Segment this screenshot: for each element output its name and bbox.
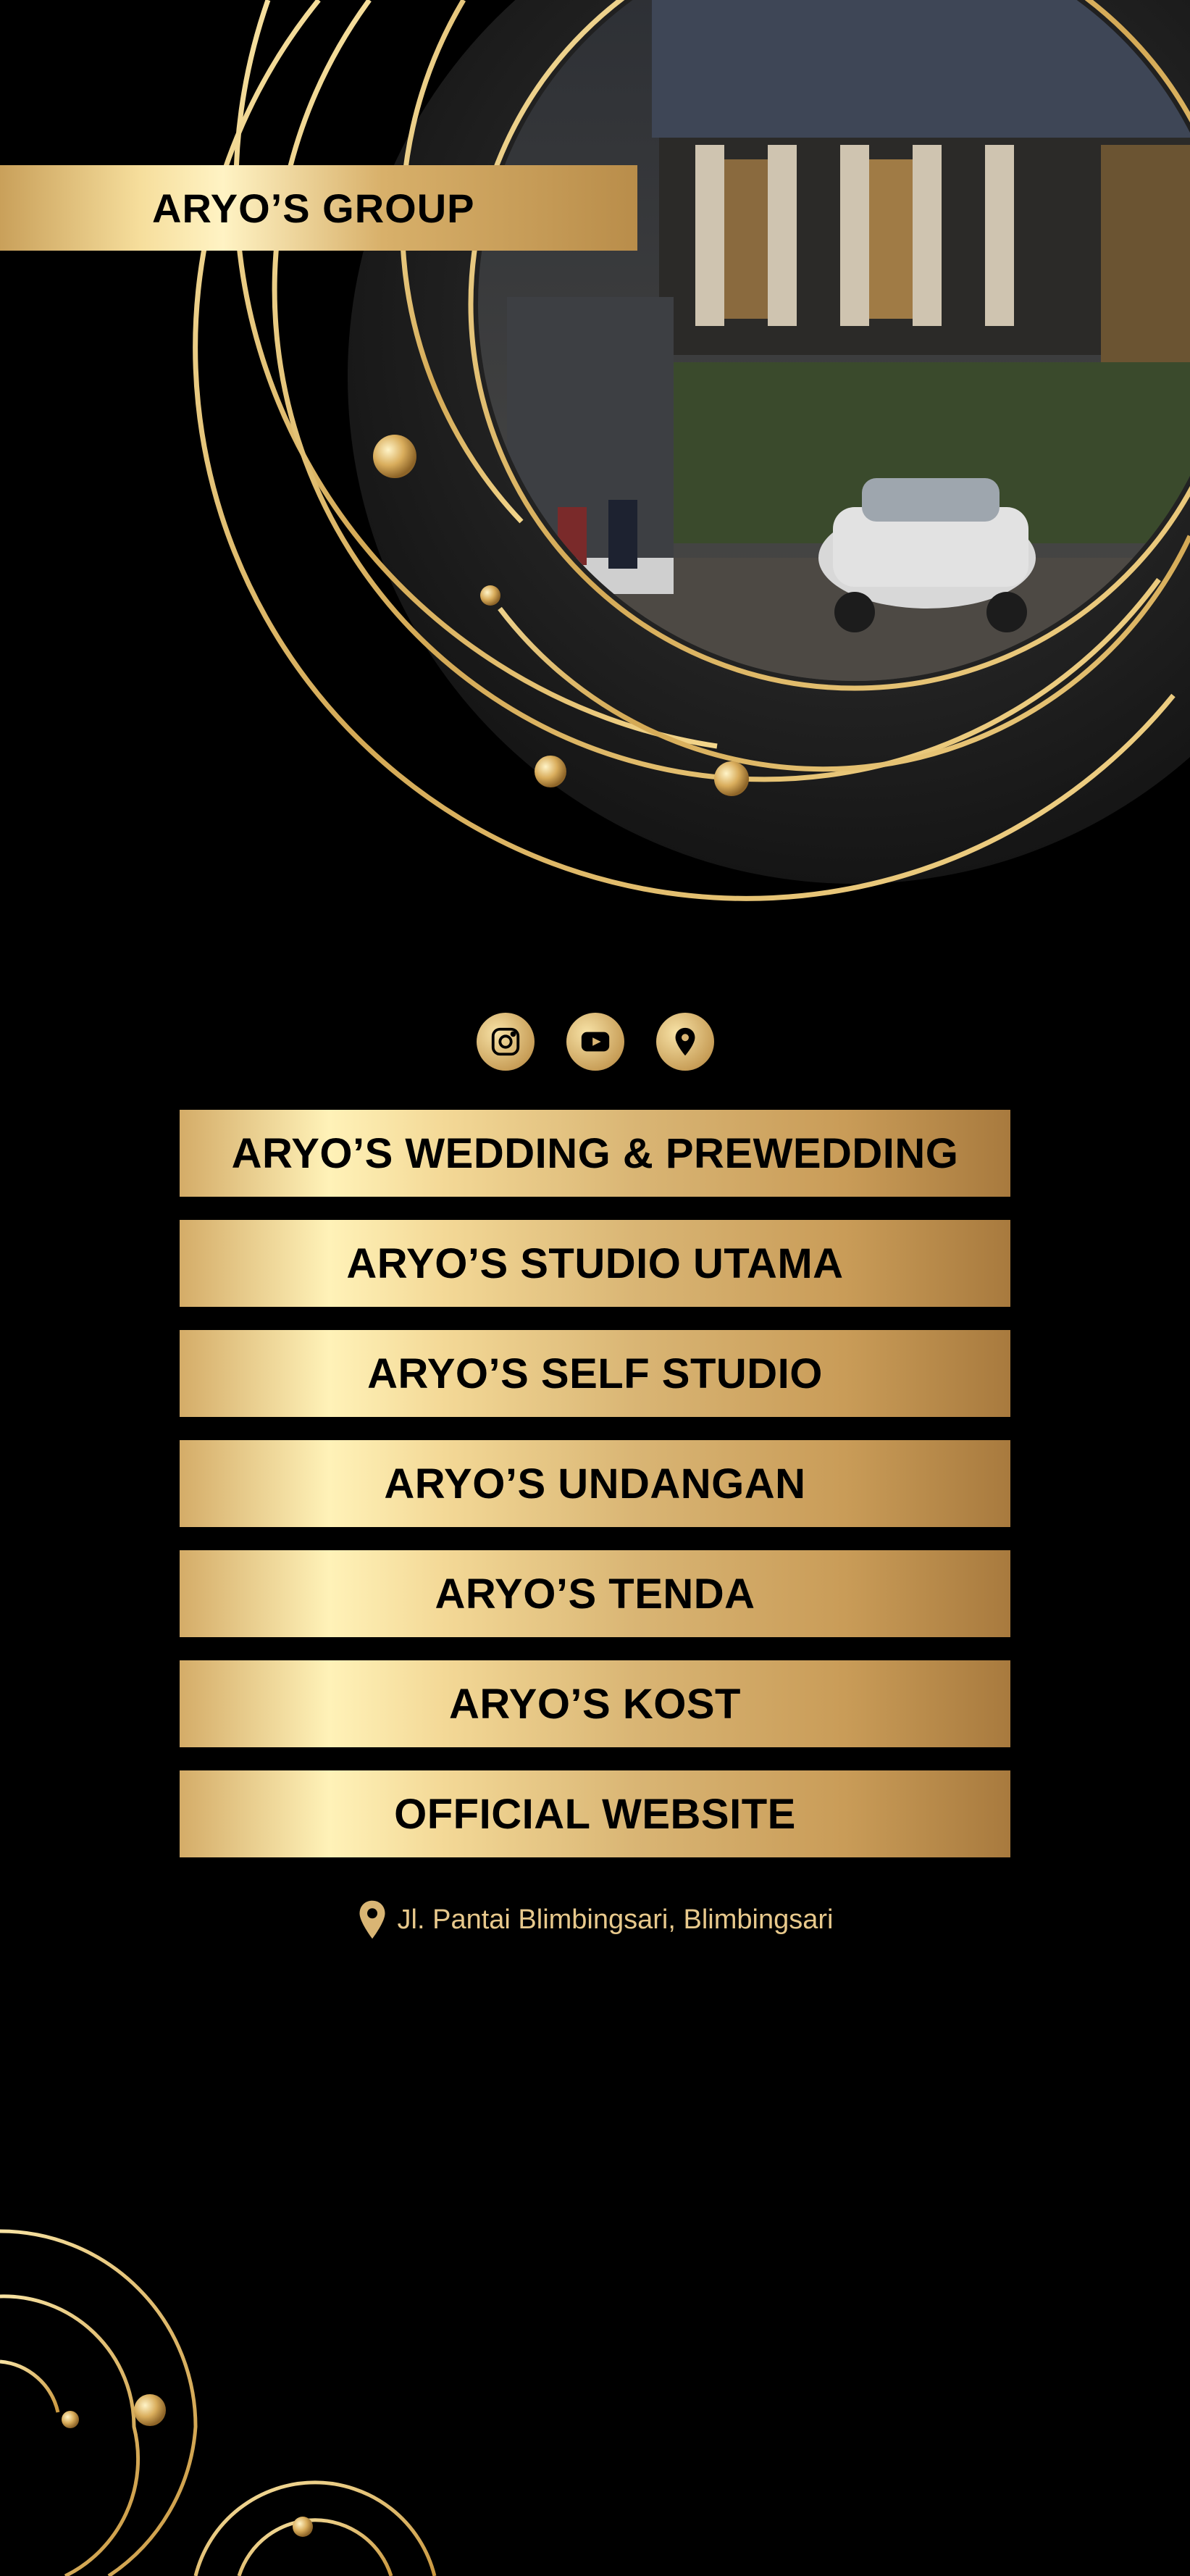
gold-ball xyxy=(714,761,749,796)
youtube-button[interactable] xyxy=(566,1013,624,1071)
link-list: ARYO’S WEDDING & PREWEDDING ARYO’S STUDI… xyxy=(180,1110,1010,1881)
link-official-website[interactable]: OFFICIAL WEBSITE xyxy=(180,1770,1010,1857)
link-studio-utama[interactable]: ARYO’S STUDIO UTAMA xyxy=(180,1220,1010,1307)
address-line: Jl. Pantai Blimbingsari, Blimbingsari xyxy=(0,1899,1190,1940)
link-self-studio[interactable]: ARYO’S SELF STUDIO xyxy=(180,1330,1010,1417)
gold-ball xyxy=(535,756,566,787)
link-undangan[interactable]: ARYO’S UNDANGAN xyxy=(180,1440,1010,1527)
instagram-icon xyxy=(491,1027,519,1056)
link-wedding-prewedding[interactable]: ARYO’S WEDDING & PREWEDDING xyxy=(180,1110,1010,1197)
address-text: Jl. Pantai Blimbingsari, Blimbingsari xyxy=(397,1904,834,1935)
youtube-icon xyxy=(581,1032,609,1052)
social-icons xyxy=(0,1013,1190,1071)
link-kost[interactable]: ARYO’S KOST xyxy=(180,1660,1010,1747)
brand-banner: ARYO’S GROUP xyxy=(0,165,637,251)
instagram-button[interactable] xyxy=(476,1013,535,1071)
bottom-decoration xyxy=(0,2229,437,2576)
hero-artwork xyxy=(192,0,1190,902)
location-button[interactable] xyxy=(655,1013,714,1071)
brand-title: ARYO’S GROUP xyxy=(152,185,475,231)
gold-ball xyxy=(373,435,416,478)
map-pin-icon xyxy=(359,1900,385,1939)
gold-ball xyxy=(480,585,500,606)
link-tenda[interactable]: ARYO’S TENDA xyxy=(180,1550,1010,1637)
map-pin-icon xyxy=(675,1027,695,1056)
